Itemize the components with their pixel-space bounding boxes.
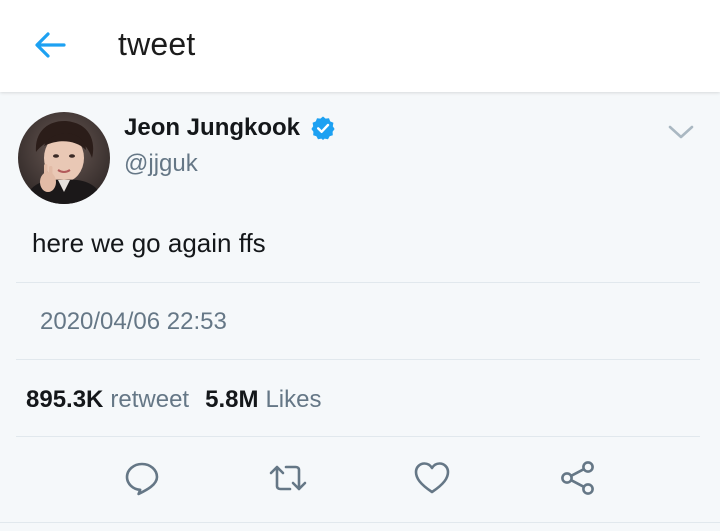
like-count[interactable]: 5.8M	[205, 386, 258, 414]
app-bar: tweet	[0, 0, 720, 92]
tweet-text: here we go again ffs	[32, 228, 266, 258]
divider	[16, 282, 700, 283]
like-label[interactable]: Likes	[265, 386, 321, 414]
verified-badge-icon	[311, 116, 335, 140]
page-title: tweet	[118, 26, 196, 62]
chevron-down-icon	[668, 125, 694, 139]
back-button[interactable]	[26, 22, 74, 68]
retweet-count[interactable]: 895.3K	[26, 386, 103, 414]
reply-button[interactable]	[122, 458, 162, 498]
divider	[16, 359, 700, 360]
divider	[0, 522, 720, 523]
author-display-name[interactable]: Jeon Jungkook	[124, 114, 300, 142]
author-row: Jeon Jungkook	[124, 114, 336, 142]
divider	[16, 436, 700, 437]
tweet-options-button[interactable]	[664, 118, 698, 146]
avatar-image	[18, 112, 110, 204]
share-button[interactable]	[558, 458, 598, 498]
retweet-icon	[269, 465, 307, 491]
arrow-left-icon	[35, 32, 66, 58]
author-handle[interactable]: @jjguk	[124, 150, 198, 178]
tweet-stats: 895.3K retweet 5.8M Likes	[26, 386, 321, 414]
tweet-detail: Jeon Jungkook @jjguk here we go again ff…	[0, 92, 720, 531]
retweet-button[interactable]	[268, 458, 308, 498]
share-icon	[561, 461, 594, 495]
like-icon	[414, 462, 450, 494]
tweet-timestamp: 2020/04/06 22:53	[40, 308, 227, 335]
retweet-label[interactable]: retweet	[110, 386, 189, 414]
like-button[interactable]	[412, 458, 452, 498]
avatar[interactable]	[18, 112, 110, 204]
reply-icon	[125, 462, 159, 496]
